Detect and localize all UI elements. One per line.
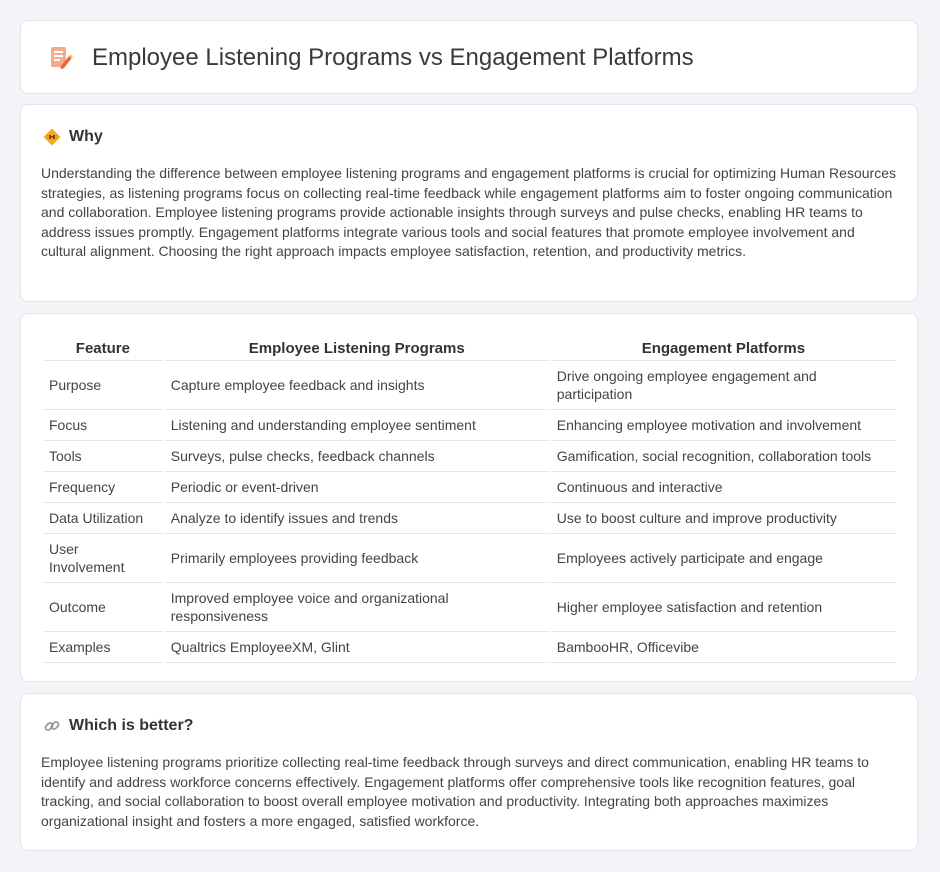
feature-cell: User Involvement <box>43 534 163 583</box>
engagement-cell: Enhancing employee motivation and involv… <box>550 410 896 441</box>
comparison-table: Feature Employee Listening Programs Enga… <box>41 334 898 663</box>
engagement-cell: Drive ongoing employee engagement and pa… <box>550 361 896 410</box>
engagement-cell: Use to boost culture and improve product… <box>550 503 896 534</box>
which-title: Which is better? <box>69 717 194 734</box>
feature-cell: Frequency <box>43 472 163 503</box>
comparison-section: Feature Employee Listening Programs Enga… <box>20 313 918 682</box>
table-header-row: Feature Employee Listening Programs Enga… <box>43 334 896 361</box>
which-heading: Which is better? <box>43 716 193 736</box>
listening-cell: Periodic or event-driven <box>164 472 549 503</box>
listening-cell: Listening and understanding employee sen… <box>164 410 549 441</box>
why-section: Why Understanding the difference between… <box>20 104 918 302</box>
listening-cell: Improved employee voice and organization… <box>164 583 549 632</box>
engagement-cell: Gamification, social recognition, collab… <box>550 441 896 472</box>
why-heading: Why <box>43 127 103 147</box>
feature-cell: Tools <box>43 441 163 472</box>
table-row: Purpose Capture employee feedback and in… <box>43 361 896 410</box>
why-title: Why <box>69 128 103 145</box>
which-section: Which is better? Employee listening prog… <box>20 693 918 851</box>
why-body: Understanding the difference between emp… <box>41 165 896 260</box>
table-row: Focus Listening and understanding employ… <box>43 410 896 441</box>
table-row: Data Utilization Analyze to identify iss… <box>43 503 896 534</box>
feature-cell: Data Utilization <box>43 503 163 534</box>
feature-cell: Purpose <box>43 361 163 410</box>
listening-cell: Qualtrics EmployeeXM, Glint <box>164 632 549 663</box>
which-body: Employee listening programs prioritize c… <box>41 754 869 829</box>
table-row: Frequency Periodic or event-driven Conti… <box>43 472 896 503</box>
listening-cell: Surveys, pulse checks, feedback channels <box>164 441 549 472</box>
table-row: Tools Surveys, pulse checks, feedback ch… <box>43 441 896 472</box>
feature-cell: Outcome <box>43 583 163 632</box>
table-row: Examples Qualtrics EmployeeXM, Glint Bam… <box>43 632 896 663</box>
header-engagement-platforms: Engagement Platforms <box>550 334 896 361</box>
engagement-cell: Continuous and interactive <box>550 472 896 503</box>
listening-cell: Primarily employees providing feedback <box>164 534 549 583</box>
engagement-cell: Higher employee satisfaction and retenti… <box>550 583 896 632</box>
listening-cell: Capture employee feedback and insights <box>164 361 549 410</box>
header-card: Employee Listening Programs vs Engagemen… <box>20 20 918 94</box>
diamond-sign-icon <box>43 128 61 146</box>
header-feature: Feature <box>43 334 163 361</box>
feature-cell: Focus <box>43 410 163 441</box>
engagement-cell: BambooHR, Officevibe <box>550 632 896 663</box>
engagement-cell: Employees actively participate and engag… <box>550 534 896 583</box>
listening-cell: Analyze to identify issues and trends <box>164 503 549 534</box>
feature-cell: Examples <box>43 632 163 663</box>
table-row: User Involvement Primarily employees pro… <box>43 534 896 583</box>
link-icon <box>43 717 61 735</box>
document-edit-icon <box>47 45 73 71</box>
table-row: Outcome Improved employee voice and orga… <box>43 583 896 632</box>
header-employee-listening-programs: Employee Listening Programs <box>164 334 549 361</box>
page-title: Employee Listening Programs vs Engagemen… <box>92 44 694 71</box>
